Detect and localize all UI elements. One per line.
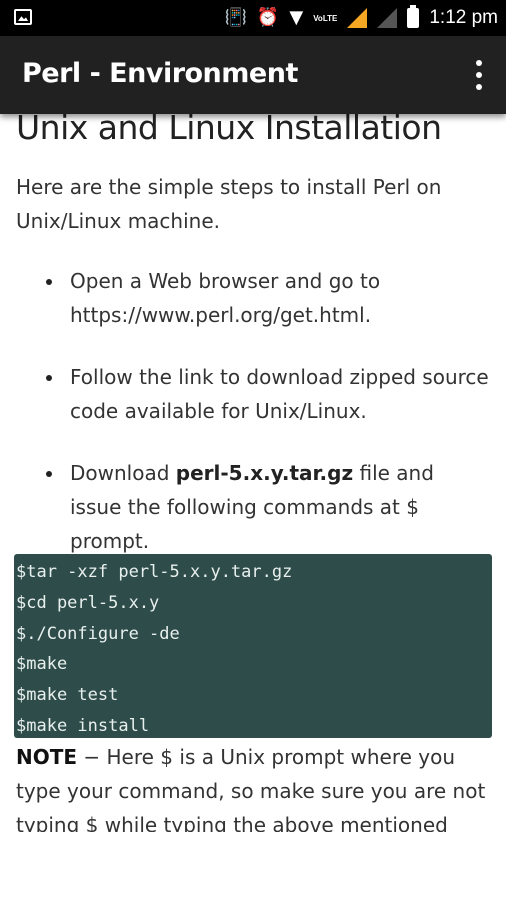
- install-steps-list: Open a Web browser and go to https://www…: [0, 264, 500, 586]
- code-line: $make install: [16, 715, 150, 736]
- app-bar: Perl - Environment: [0, 36, 506, 114]
- step-text: Open a Web browser and go to https://www…: [70, 269, 381, 327]
- list-item: Download perl-5.x.y.tar.gz file and issu…: [0, 456, 500, 558]
- blank-area: [0, 832, 506, 900]
- list-item: Follow the link to download zipped sourc…: [0, 360, 500, 428]
- more-vertical-icon[interactable]: [472, 60, 486, 90]
- status-time: 1:12 pm: [429, 7, 498, 28]
- code-line: $./Configure -de: [16, 623, 180, 644]
- code-line: $make: [16, 654, 68, 675]
- app-title: Perl - Environment: [22, 58, 298, 89]
- code-line: $tar -xzf perl-5.x.y.tar.gz: [16, 562, 293, 582]
- note-paragraph: NOTE − Here $ is a Unix prompt where you…: [16, 740, 494, 842]
- status-bar: 📳 ⏰ ▼ VoLTE 1:12 pm: [0, 0, 506, 36]
- signal-icon: [347, 8, 368, 28]
- step-text: Follow the link to download zipped sourc…: [70, 365, 489, 423]
- wifi-icon: ▼: [289, 7, 304, 28]
- step-text-prefix: Download: [70, 461, 176, 485]
- code-block: $tar -xzf perl-5.x.y.tar.gz $cd perl-5.x…: [14, 554, 492, 738]
- section-heading: Unix and Linux Installation: [16, 114, 442, 147]
- intro-paragraph: Here are the simple steps to install Per…: [16, 175, 442, 233]
- battery-icon: [407, 5, 420, 28]
- alarm-icon: ⏰: [256, 7, 280, 28]
- note-label: NOTE: [16, 745, 78, 769]
- vibrate-icon: 📳: [224, 7, 247, 28]
- volte-label: VoLTE: [313, 13, 338, 23]
- no-signal-icon: [377, 8, 398, 28]
- code-line: $cd perl-5.x.y: [16, 592, 160, 613]
- list-item: Open a Web browser and go to https://www…: [0, 264, 500, 332]
- filename-bold: perl-5.x.y.tar.gz: [175, 461, 354, 485]
- note-text: − Here $ is a Unix prompt where you type…: [16, 745, 486, 837]
- image-notification-icon: [14, 9, 32, 25]
- article-content: Unix and Linux Installation Here are the…: [0, 114, 506, 900]
- code-line: $make test: [16, 685, 119, 706]
- status-icons: 📳 ⏰ ▼ VoLTE 1:12 pm: [224, 0, 498, 36]
